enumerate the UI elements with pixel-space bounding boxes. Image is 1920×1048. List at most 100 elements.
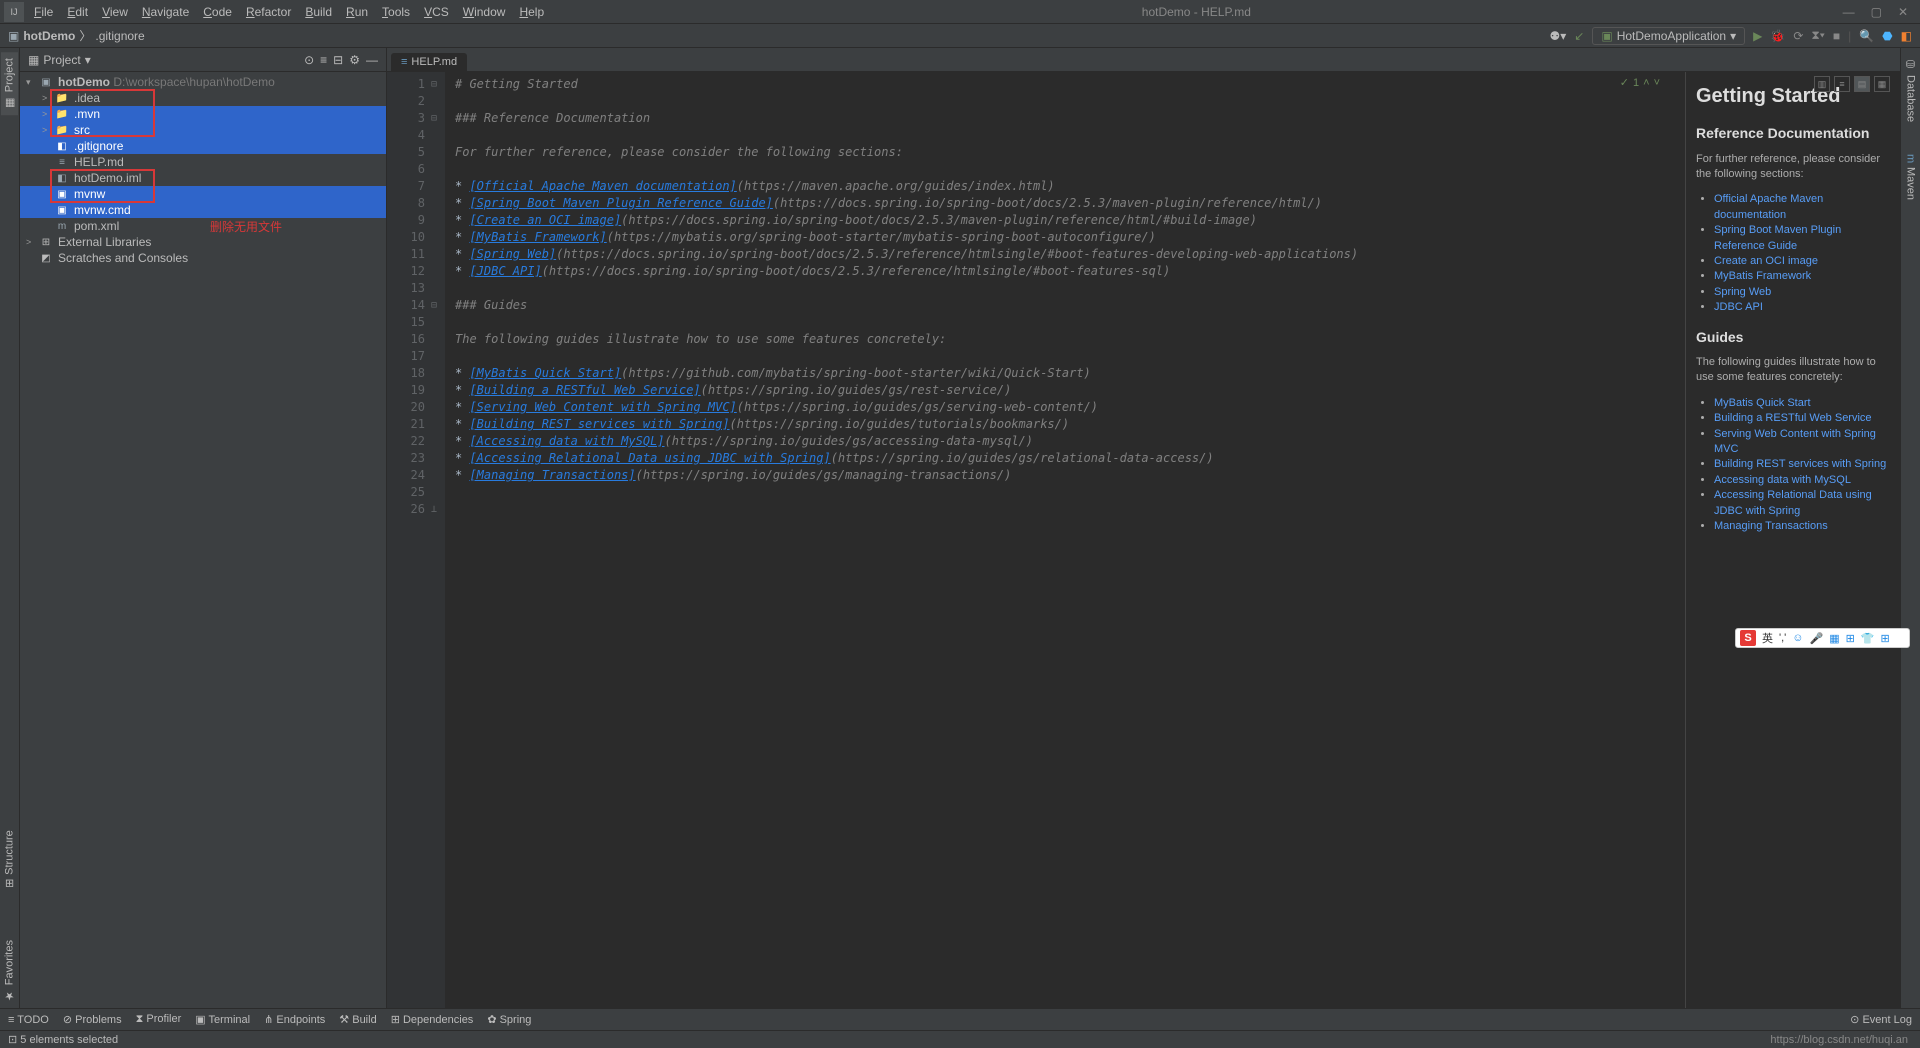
coverage-icon[interactable]: ⟳ <box>1793 29 1803 43</box>
ime-toolbar[interactable]: S 英 ',' ☺ 🎤 ▦ ⊞ 👕 ⊞ <box>1735 628 1910 648</box>
tree-item-hotDemoiml[interactable]: ◧hotDemo.iml <box>20 170 386 186</box>
debug-icon[interactable]: 🐞 <box>1770 29 1785 43</box>
project-tree[interactable]: ▾ ▣ hotDemo D:\workspace\hupan\hotDemo >… <box>20 72 386 1008</box>
breadcrumb-root[interactable]: hotDemo <box>23 29 75 43</box>
select-opened-icon[interactable]: ⊙ <box>304 53 314 67</box>
inspection-widget[interactable]: ✓ 1 ˄ ˅ <box>1620 76 1660 89</box>
preview-link[interactable]: Official Apache Maven documentation <box>1714 193 1823 220</box>
tool-profiler[interactable]: ⧗ Profiler <box>136 1013 182 1026</box>
ime-lang[interactable]: 英 <box>1762 630 1773 646</box>
preview-link[interactable]: MyBatis Quick Start <box>1714 397 1811 409</box>
hide-panel-icon[interactable]: — <box>366 53 378 67</box>
project-header-label[interactable]: Project <box>43 53 80 67</box>
next-problem-icon[interactable]: ˅ <box>1654 77 1660 89</box>
tool-terminal[interactable]: ▣ Terminal <box>195 1013 250 1026</box>
tree-item-mvn[interactable]: >📁.mvn <box>20 106 386 122</box>
user-icon[interactable]: ⚉▾ <box>1550 29 1567 43</box>
tool-spring[interactable]: ✿ Spring <box>487 1013 531 1026</box>
gear-icon[interactable]: ⚙ <box>349 53 360 67</box>
breadcrumb-file[interactable]: .gitignore <box>95 29 144 43</box>
chevron-down-icon[interactable]: ▾ <box>26 77 38 88</box>
expand-icon[interactable]: > <box>26 237 38 247</box>
menu-window[interactable]: Window <box>457 3 512 21</box>
menu-view[interactable]: View <box>96 3 134 21</box>
tree-item-idea[interactable]: >📁.idea <box>20 90 386 106</box>
preview-link[interactable]: Managing Transactions <box>1714 520 1828 532</box>
breadcrumb[interactable]: ▣ hotDemo 〉 .gitignore <box>8 27 145 44</box>
run-icon[interactable]: ▶ <box>1753 29 1762 43</box>
tree-item-gitignore[interactable]: ◧.gitignore <box>20 138 386 154</box>
menu-run[interactable]: Run <box>340 3 374 21</box>
menu-refactor[interactable]: Refactor <box>240 3 297 21</box>
ime-grid-icon[interactable]: ⊞ <box>1881 632 1890 645</box>
run-config-select[interactable]: ▣ HotDemoApplication ▾ <box>1592 27 1745 45</box>
preview-only-icon[interactable]: ▦ <box>1874 76 1890 92</box>
ime-punct[interactable]: ',' <box>1779 632 1786 644</box>
stop-icon[interactable]: ■ <box>1833 29 1840 43</box>
tree-item-src[interactable]: >📁src <box>20 122 386 138</box>
tool-tab-maven[interactable]: mMaven <box>1903 148 1919 206</box>
tree-item-HELPmd[interactable]: ≡HELP.md <box>20 154 386 170</box>
expand-icon[interactable]: > <box>42 109 54 119</box>
preview-link[interactable]: Spring Boot Maven Plugin Reference Guide <box>1714 224 1841 251</box>
preview-link[interactable]: JDBC API <box>1714 301 1763 313</box>
editor-tab-help[interactable]: ≡ HELP.md <box>391 53 467 71</box>
maximize-icon[interactable]: ▢ <box>1871 5 1882 19</box>
tool-build[interactable]: ⚒ Build <box>339 1013 376 1026</box>
menu-tools[interactable]: Tools <box>376 3 416 21</box>
tool-problems[interactable]: ⊘ Problems <box>63 1013 122 1026</box>
preview-link[interactable]: Accessing data with MySQL <box>1714 474 1851 486</box>
ime-toolbox-icon[interactable]: ⊞ <box>1846 632 1855 645</box>
tree-item-scratches-and-consoles[interactable]: ◩Scratches and Consoles <box>20 250 386 266</box>
prev-problem-icon[interactable]: ˄ <box>1643 77 1649 89</box>
back-icon[interactable]: ↙ <box>1574 29 1584 43</box>
tool-endpoints[interactable]: ⋔ Endpoints <box>264 1013 325 1026</box>
markdown-preview[interactable]: Getting Started Reference Documentation … <box>1685 72 1900 1008</box>
tool-tab-project[interactable]: ▦Project <box>1 52 18 115</box>
ime-skin-icon[interactable]: 👕 <box>1861 632 1875 645</box>
event-log-button[interactable]: ⊙ Event Log <box>1850 1013 1912 1026</box>
minimize-icon[interactable]: — <box>1843 5 1855 19</box>
profile-icon[interactable]: ⧗▾ <box>1811 28 1824 43</box>
search-icon[interactable]: 🔍 <box>1859 29 1874 43</box>
editor-only-icon[interactable]: ▥ <box>1814 76 1830 92</box>
preview-link[interactable]: MyBatis Framework <box>1714 270 1811 282</box>
preview-link[interactable]: Accessing Relational Data using JDBC wit… <box>1714 489 1872 516</box>
ide-update-icon[interactable]: ⬣ <box>1882 29 1892 43</box>
expand-icon[interactable]: > <box>42 93 54 103</box>
tree-item-external-libraries[interactable]: >⊞External Libraries <box>20 234 386 250</box>
tool-tab-structure[interactable]: ⊞Structure <box>1 824 18 894</box>
menu-navigate[interactable]: Navigate <box>136 3 195 21</box>
menu-code[interactable]: Code <box>197 3 238 21</box>
menu-help[interactable]: Help <box>513 3 550 21</box>
fold-gutter[interactable]: ⊟ ⊟ ⊟ ⊥ <box>431 72 445 1008</box>
expand-all-icon[interactable]: ≡ <box>320 53 327 67</box>
chevron-down-icon[interactable]: ▾ <box>85 53 91 67</box>
preview-link[interactable]: Building a RESTful Web Service <box>1714 412 1872 424</box>
tool-tab-database[interactable]: ⛁Database <box>1902 52 1919 128</box>
menu-build[interactable]: Build <box>299 3 338 21</box>
line-number-gutter[interactable]: 1234567891011121314151617181920212223242… <box>387 72 431 1008</box>
tree-root[interactable]: ▾ ▣ hotDemo D:\workspace\hupan\hotDemo <box>20 74 386 90</box>
ime-voice-icon[interactable]: 🎤 <box>1810 632 1824 645</box>
preview-link[interactable]: Serving Web Content with Spring MVC <box>1714 428 1876 455</box>
tree-item-pomxml[interactable]: mpom.xml <box>20 218 386 234</box>
tool-todo[interactable]: ≡ TODO <box>8 1014 49 1026</box>
tool-tab-favorites[interactable]: ★Favorites <box>1 934 18 1008</box>
ime-keyboard-icon[interactable]: ▦ <box>1829 632 1839 645</box>
status-toggle-icon[interactable]: ⊡ <box>8 1033 17 1046</box>
menu-edit[interactable]: Edit <box>61 3 94 21</box>
tree-item-mvnwcmd[interactable]: ▣mvnw.cmd <box>20 202 386 218</box>
menu-vcs[interactable]: VCS <box>418 3 455 21</box>
menu-file[interactable]: File <box>28 3 59 21</box>
split-view-icon[interactable]: ▤ <box>1854 76 1870 92</box>
editor-preview-icon[interactable]: ≡ <box>1834 76 1850 92</box>
ime-logo-icon[interactable]: S <box>1740 630 1756 646</box>
expand-icon[interactable]: > <box>42 125 54 135</box>
tree-item-mvnw[interactable]: ▣mvnw <box>20 186 386 202</box>
collapse-all-icon[interactable]: ⊟ <box>333 53 343 67</box>
ime-emoji-icon[interactable]: ☺ <box>1792 632 1803 644</box>
toolbox-icon[interactable]: ◧ <box>1901 29 1912 43</box>
code-editor[interactable]: # Getting Started ### Reference Document… <box>445 72 1900 1008</box>
preview-link[interactable]: Spring Web <box>1714 286 1771 298</box>
